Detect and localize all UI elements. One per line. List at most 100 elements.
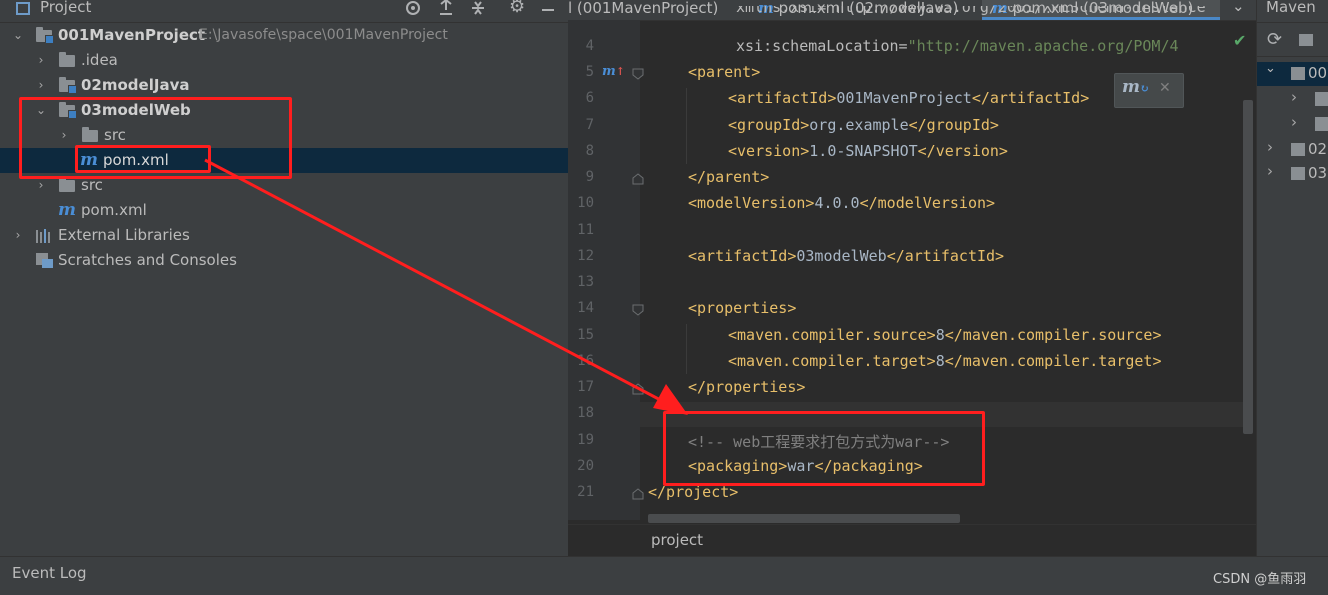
reload-icon[interactable]: ⟳: [1267, 29, 1282, 50]
folder-icon: [59, 177, 75, 192]
code-line-5[interactable]: <parent>: [688, 63, 760, 81]
project-view-icon[interactable]: [16, 2, 30, 15]
chevron-right-icon[interactable]: ›: [11, 223, 25, 248]
annotation-box-pom: [75, 145, 211, 173]
code-line-6[interactable]: <artifactId>001MavenProject</artifactId>: [728, 89, 1113, 107]
navigate-parent-icon[interactable]: m↑: [602, 64, 625, 79]
tree-item-label: 001MavenProject: [58, 26, 206, 44]
maven-project-icon: [1291, 143, 1305, 156]
maven-panel: Maven ⟳ ⌄ 00 › › › 02 › 03: [1256, 0, 1328, 556]
tree-item-label: Scratches and Consoles: [58, 251, 237, 269]
maven-reload-icon[interactable]: m↻: [1122, 77, 1149, 97]
chevron-down-icon[interactable]: ⌄: [1265, 61, 1276, 76]
chevron-right-icon[interactable]: ›: [1267, 138, 1273, 156]
code-line-17[interactable]: </properties>: [688, 378, 805, 396]
breadcrumb: project: [568, 524, 1256, 557]
line-number: 10: [577, 195, 594, 211]
code-line-9[interactable]: </parent>: [688, 168, 769, 186]
code-line-14[interactable]: <properties>: [688, 299, 796, 317]
tree-item-02modeljava[interactable]: › 02modelJava: [0, 73, 568, 98]
maven-panel-header: Maven: [1257, 0, 1328, 23]
chevron-down-icon[interactable]: ⌄: [11, 23, 25, 48]
line-number: 20: [577, 458, 594, 474]
tree-item-001mavenproject[interactable]: ⌄ 001MavenProject E:\Javasofe\space\001M…: [0, 23, 568, 48]
fold-icon[interactable]: [632, 304, 644, 316]
maven-reload-popup: m↻ ✕: [1114, 73, 1184, 108]
line-number: 14: [577, 300, 594, 316]
chevron-right-icon[interactable]: ›: [34, 48, 48, 73]
line-number: 21: [577, 484, 594, 500]
project-panel-title[interactable]: Project: [40, 0, 91, 16]
tree-item-idea[interactable]: › .idea: [0, 48, 568, 73]
hide-icon[interactable]: [542, 9, 554, 11]
indent-guide: [686, 324, 687, 374]
maven-item-02[interactable]: › 02: [1257, 138, 1328, 162]
divider: [1257, 56, 1328, 57]
maven-file-icon: m: [58, 200, 76, 220]
project-panel-header: Project ⚙: [0, 0, 568, 23]
tree-item-scratches[interactable]: Scratches and Consoles: [0, 248, 568, 273]
line-number: 18: [577, 405, 594, 421]
code-line-4[interactable]: xsi:schemaLocation="http://maven.apache.…: [736, 37, 1228, 55]
fold-icon[interactable]: [632, 68, 644, 80]
code-line-16[interactable]: <maven.compiler.target>8</maven.compiler…: [728, 352, 1162, 370]
module-folder-icon: [36, 27, 54, 44]
line-number: 5: [585, 64, 594, 80]
status-bar: Event Log CSDN @鱼雨羽: [0, 556, 1328, 595]
maven-panel-title[interactable]: Maven: [1266, 0, 1316, 16]
maven-item-label: 00: [1308, 64, 1328, 82]
fold-icon[interactable]: [632, 383, 644, 395]
plugins-icon: [1315, 117, 1328, 131]
maven-item-label: 03: [1308, 164, 1328, 182]
tree-item-label: .idea: [81, 51, 118, 69]
code-line-8[interactable]: <version>1.0-SNAPSHOT</version>: [728, 142, 1008, 160]
module-folder-icon: [59, 77, 77, 94]
code-line-15[interactable]: <maven.compiler.source>8</maven.compiler…: [728, 326, 1162, 344]
tab-001mavenproject[interactable]: l (001MavenProject): [568, 0, 760, 20]
maven-item-root[interactable]: ⌄ 00: [1257, 61, 1328, 86]
watermark: CSDN @鱼雨羽: [1213, 572, 1307, 587]
line-number: 15: [577, 327, 594, 343]
tree-item-pom-xml[interactable]: m pom.xml: [0, 198, 568, 223]
project-path: E:\Javasofe\space\001MavenProject: [199, 27, 448, 43]
folder-icon: [59, 52, 75, 67]
generate-sources-icon[interactable]: [1299, 34, 1313, 46]
collapse-all-icon[interactable]: [469, 0, 487, 18]
lifecycle-icon: [1315, 92, 1328, 106]
line-number: 19: [577, 432, 594, 448]
code-line-12[interactable]: <artifactId>03modelWeb</artifactId>: [688, 247, 1004, 265]
event-log-button[interactable]: Event Log: [12, 564, 87, 582]
code-line-10[interactable]: <modelVersion>4.0.0</modelVersion>: [688, 194, 995, 212]
code-line-partial: xmlns:xsi="http://www.w3.org/2001/XMLSch…: [736, 6, 1215, 16]
locate-icon[interactable]: [404, 0, 422, 18]
expand-all-icon[interactable]: [437, 0, 455, 18]
vertical-scrollbar[interactable]: [1243, 100, 1253, 434]
breadcrumb-item-project[interactable]: project: [651, 531, 703, 549]
line-number: 7: [585, 117, 594, 133]
line-number: 12: [577, 248, 594, 264]
tabs-dropdown-icon[interactable]: ⌄: [1232, 0, 1245, 15]
code-line-7[interactable]: <groupId>org.example</groupId>: [728, 116, 999, 134]
line-number: 17: [577, 379, 594, 395]
check-icon: ✔: [1233, 31, 1247, 50]
tree-item-external-libraries[interactable]: › External Libraries: [0, 223, 568, 248]
chevron-right-icon[interactable]: ›: [1291, 88, 1297, 106]
horizontal-scrollbar[interactable]: [648, 514, 960, 523]
indent-guide: [686, 88, 687, 164]
chevron-right-icon[interactable]: ›: [34, 73, 48, 98]
tree-item-label: pom.xml: [81, 201, 147, 219]
chevron-right-icon[interactable]: ›: [1291, 113, 1297, 131]
chevron-right-icon[interactable]: ›: [1267, 162, 1273, 180]
fold-icon[interactable]: [632, 173, 644, 185]
tab-label: l (001MavenProject): [568, 0, 719, 17]
close-icon[interactable]: ✕: [1159, 80, 1171, 96]
gear-icon[interactable]: ⚙: [509, 0, 525, 17]
tree-item-label: External Libraries: [58, 226, 190, 244]
maven-project-icon: [1291, 67, 1305, 80]
fold-icon[interactable]: [632, 488, 644, 500]
line-number: 4: [585, 38, 594, 54]
maven-item-label: 02: [1308, 140, 1328, 158]
line-number: 13: [577, 274, 594, 290]
libraries-icon: [36, 229, 50, 243]
maven-item-03[interactable]: › 03: [1257, 162, 1328, 186]
